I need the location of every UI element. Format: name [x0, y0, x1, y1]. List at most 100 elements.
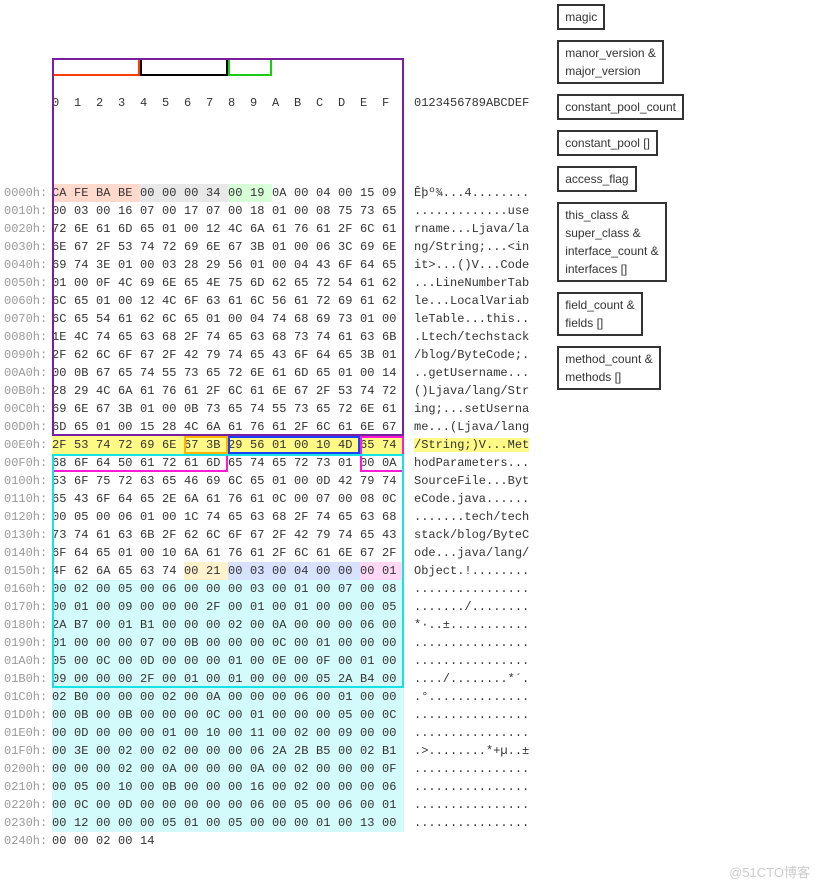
hex-byte: 00: [338, 616, 360, 634]
hex-byte: 00: [162, 598, 184, 616]
hex-byte: 00: [96, 760, 118, 778]
hex-byte: 1E: [52, 328, 74, 346]
hex-byte: 72: [228, 364, 250, 382]
hex-byte: 74: [338, 526, 360, 544]
hex-byte: 00: [118, 634, 140, 652]
hex-byte: 00: [382, 652, 404, 670]
hex-row: 0030h:6E672F537472696E673B0100063C696Eng…: [4, 238, 529, 256]
hex-byte: 00: [140, 580, 162, 598]
hex-byte: 00: [96, 634, 118, 652]
hex-byte: 61: [206, 490, 228, 508]
hex-byte: 00: [382, 688, 404, 706]
hex-row: 0170h:000100090000002F0001000100000005..…: [4, 598, 529, 616]
hex-byte: 6A: [118, 382, 140, 400]
hex-byte: 0F: [382, 760, 404, 778]
hex-byte: 09: [382, 184, 404, 202]
hex-byte: 61: [140, 454, 162, 472]
hex-byte: 00: [360, 796, 382, 814]
hex-byte: 65: [316, 364, 338, 382]
hex-byte: 0B: [74, 706, 96, 724]
hex-row: 0180h:2AB70001B100000002000A0000000600*·…: [4, 616, 529, 634]
hex-byte: 42: [338, 472, 360, 490]
hex-byte: 2F: [272, 544, 294, 562]
hex-byte: 01: [162, 220, 184, 238]
hex-byte: 0A: [382, 454, 404, 472]
hex-byte: 16: [118, 202, 140, 220]
hex-byte: 6B: [140, 526, 162, 544]
hex-byte: 74: [140, 238, 162, 256]
hex-byte: 67: [140, 346, 162, 364]
hex-byte: 42: [184, 346, 206, 364]
hex-byte: 00: [162, 400, 184, 418]
hex-byte: 05: [338, 706, 360, 724]
hex-byte: 09: [118, 598, 140, 616]
hex-byte: 02: [294, 778, 316, 796]
hex-byte: 3E: [74, 742, 96, 760]
hex-byte: 72: [118, 436, 140, 454]
hex-byte: 62: [74, 562, 96, 580]
hex-byte: 42: [294, 526, 316, 544]
hex-byte: 01: [228, 670, 250, 688]
hex-byte: 00: [74, 652, 96, 670]
hex-byte: 62: [382, 292, 404, 310]
hex-byte: 00: [140, 742, 162, 760]
hex-byte: 00: [360, 364, 382, 382]
hex-byte: 03: [162, 256, 184, 274]
hex-byte: 00: [294, 490, 316, 508]
hex-byte: 65: [294, 274, 316, 292]
hex-byte: 05: [294, 796, 316, 814]
hex-byte: 00: [96, 742, 118, 760]
hex-byte: 05: [52, 652, 74, 670]
hex-byte: 67: [382, 418, 404, 436]
hex-col-header: 8: [228, 94, 250, 112]
hex-byte: 00: [228, 634, 250, 652]
hex-byte: 12: [74, 814, 96, 832]
hex-byte: 12: [140, 292, 162, 310]
hex-byte: 05: [382, 598, 404, 616]
hex-byte: 28: [184, 256, 206, 274]
hex-byte: 2F: [52, 436, 74, 454]
hex-ascii: SourceFile...Byt: [414, 472, 529, 490]
hex-byte: 63: [118, 526, 140, 544]
hex-byte: 00: [206, 616, 228, 634]
hex-byte: 73: [294, 400, 316, 418]
hex-byte: 00: [250, 688, 272, 706]
hex-byte: 6F: [294, 346, 316, 364]
legend-version: manor_version & major_version: [557, 40, 664, 84]
hex-byte: 00: [206, 760, 228, 778]
hex-byte: 14: [140, 832, 162, 850]
hex-ascii: .Ltech/techstack: [414, 328, 529, 346]
hex-byte: 68: [272, 508, 294, 526]
hex-byte: 65: [52, 490, 74, 508]
hex-byte: 2F: [162, 526, 184, 544]
hex-byte: 6A: [206, 418, 228, 436]
hex-byte: 00: [162, 184, 184, 202]
hex-byte: 07: [316, 490, 338, 508]
hex-byte: 00: [294, 814, 316, 832]
hex-byte: 2F: [272, 526, 294, 544]
hex-byte: 01: [162, 724, 184, 742]
hex-byte: 00: [118, 814, 140, 832]
hex-byte: 6E: [162, 274, 184, 292]
hex-byte: 10: [162, 544, 184, 562]
hex-byte: 6F: [96, 490, 118, 508]
hex-byte: 18: [250, 202, 272, 220]
hex-byte: 6F: [228, 526, 250, 544]
hex-byte: FE: [74, 184, 96, 202]
hex-byte: 6E: [52, 238, 74, 256]
hex-offset: 0090h:: [4, 346, 52, 364]
hex-byte: 00: [228, 724, 250, 742]
hex-byte: 74: [96, 436, 118, 454]
hex-byte: 00: [228, 688, 250, 706]
hex-col-header: B: [294, 94, 316, 112]
hex-byte: 09: [52, 670, 74, 688]
hex-byte: 00: [96, 814, 118, 832]
hex-byte: 00: [96, 580, 118, 598]
hex-byte: 68: [272, 328, 294, 346]
hex-ascii: ..../........*´.: [414, 670, 529, 688]
hex-byte: 01: [316, 634, 338, 652]
hex-byte: 65: [360, 526, 382, 544]
hex-byte: 00: [206, 580, 228, 598]
hex-byte: 56: [228, 256, 250, 274]
hex-byte: 6A: [250, 220, 272, 238]
